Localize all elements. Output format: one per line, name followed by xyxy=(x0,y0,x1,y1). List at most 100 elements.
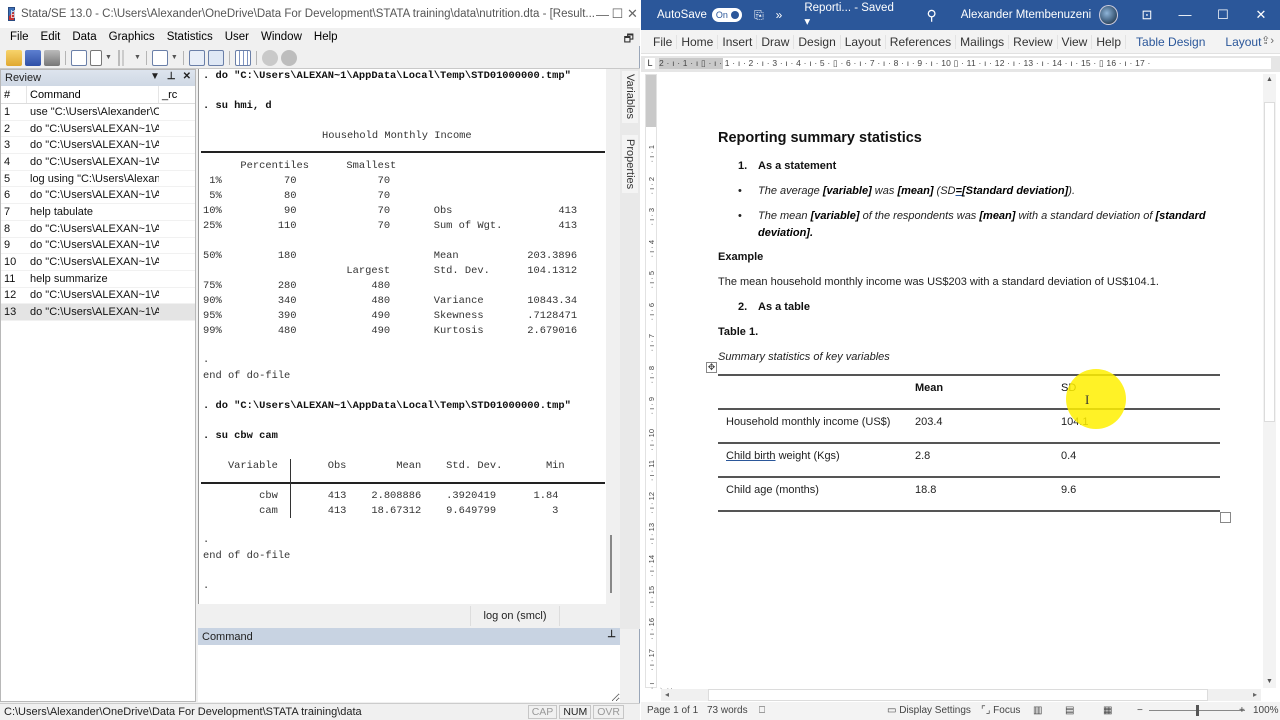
column-rc[interactable]: _rc xyxy=(159,89,177,101)
review-list-item[interactable]: 7 help tabulate xyxy=(1,204,195,221)
more-commands-icon[interactable]: » xyxy=(776,8,783,22)
table-cell-variable[interactable]: Household monthly income (US$) xyxy=(726,416,890,428)
menu-user[interactable]: User xyxy=(219,31,255,43)
table-cell-mean[interactable]: 2.8 xyxy=(915,450,930,462)
stata-minimize-button[interactable]: — xyxy=(595,0,610,28)
stata-close-button[interactable]: ✕ xyxy=(625,0,640,28)
review-list-item[interactable]: 1 use "C:\Users\Alexander\O... xyxy=(1,104,195,121)
focus-mode[interactable]: ⌜⌟ Focus xyxy=(981,705,1020,716)
tab-file[interactable]: File xyxy=(649,34,678,49)
page-count[interactable]: Page 1 of 1 xyxy=(647,705,698,716)
table-cell-variable[interactable]: Child birth weight (Kgs) xyxy=(726,450,840,462)
document-title[interactable]: Reporti... - Saved ▾ xyxy=(804,2,896,28)
table-move-handle[interactable]: ✥ xyxy=(706,362,717,373)
tab-review[interactable]: Review xyxy=(1009,34,1058,49)
read-mode-icon[interactable]: ▥ xyxy=(1033,705,1042,716)
autosave-toggle[interactable]: On xyxy=(711,8,743,22)
search-icon[interactable]: ⚲ xyxy=(926,7,936,24)
table-cell-mean[interactable]: 18.8 xyxy=(915,484,936,496)
word-close-button[interactable]: ✕ xyxy=(1242,7,1280,23)
share-icon[interactable]: ⇪› xyxy=(1261,34,1274,47)
more-icon[interactable] xyxy=(261,49,278,66)
document-page[interactable]: Reporting summary statistics 1. As a stat… xyxy=(661,74,1261,688)
display-settings[interactable]: ▭ Display Settings xyxy=(887,705,971,716)
review-list-item[interactable]: 11 help summarize xyxy=(1,271,195,288)
tab-variables[interactable]: Variables xyxy=(622,71,638,123)
break-icon[interactable] xyxy=(280,49,297,66)
variables-manager-icon[interactable] xyxy=(234,49,251,66)
menu-help[interactable]: Help xyxy=(308,31,344,43)
review-list-item[interactable]: 9 do "C:\Users\ALEXAN~1\A... xyxy=(1,238,195,255)
print-icon[interactable] xyxy=(44,49,60,66)
tab-properties[interactable]: Properties xyxy=(622,135,638,193)
stata-maximize-button[interactable]: ☐ xyxy=(610,0,625,28)
do-file-editor-icon[interactable] xyxy=(151,49,168,66)
table-cell-variable[interactable]: Child age (months) xyxy=(726,484,819,496)
word-maximize-button[interactable]: ☐ xyxy=(1204,7,1242,23)
print-layout-icon[interactable]: ▤ xyxy=(1065,705,1074,716)
web-layout-icon[interactable]: ▦ xyxy=(1103,705,1112,716)
menu-statistics[interactable]: Statistics xyxy=(161,31,219,43)
menu-file[interactable]: File xyxy=(4,31,35,43)
pin-icon[interactable]: ⊥ xyxy=(607,629,616,640)
menu-data[interactable]: Data xyxy=(66,31,102,43)
proofing-icon[interactable]: ⎕ xyxy=(759,705,765,716)
viewer-dropdown-icon[interactable]: ▼ xyxy=(105,54,112,61)
tab-stop-selector[interactable]: L xyxy=(645,58,655,69)
log-status[interactable]: log on (smcl) xyxy=(470,606,560,626)
tab-design[interactable]: Design xyxy=(794,34,841,49)
review-list-item[interactable]: 13 do "C:\Users\ALEXAN~1\A... xyxy=(1,304,195,321)
ribbon-display-options-icon[interactable]: ⊡ xyxy=(1128,7,1166,23)
save-icon[interactable]: ⎘ xyxy=(754,8,764,23)
table-cell-sd[interactable]: 0.4 xyxy=(1061,450,1076,462)
zoom-level[interactable]: 100% xyxy=(1253,705,1279,716)
menu-edit[interactable]: Edit xyxy=(35,31,67,43)
review-list-item[interactable]: 5 log using "C:\Users\Alexan... xyxy=(1,171,195,188)
horizontal-scrollbar[interactable]: ◂ ▸ xyxy=(661,689,1261,701)
scrollbar-thumb[interactable] xyxy=(1264,102,1275,422)
command-input[interactable] xyxy=(198,645,620,702)
tab-view[interactable]: View xyxy=(1058,34,1093,49)
word-count[interactable]: 73 words xyxy=(707,705,748,716)
review-list-item[interactable]: 2 do "C:\Users\ALEXAN~1\A... xyxy=(1,121,195,138)
review-list-item[interactable]: 8 do "C:\Users\ALEXAN~1\A... xyxy=(1,221,195,238)
scroll-up-icon[interactable]: ▲ xyxy=(1263,74,1276,86)
zoom-out-button[interactable]: − xyxy=(1137,705,1143,716)
tab-mailings[interactable]: Mailings xyxy=(956,34,1010,49)
table-resize-handle[interactable] xyxy=(1220,512,1231,523)
data-editor-icon[interactable] xyxy=(188,49,205,66)
filter-icon[interactable]: ▼ xyxy=(150,71,160,82)
pin-icon[interactable]: ⊥ xyxy=(167,71,176,82)
avatar[interactable] xyxy=(1099,5,1118,25)
vertical-scrollbar[interactable]: ▲ ▼ xyxy=(1263,74,1276,688)
review-list-item[interactable]: 12 do "C:\Users\ALEXAN~1\A... xyxy=(1,288,195,305)
tab-table-design[interactable]: Table Design xyxy=(1126,35,1215,49)
menu-graphics[interactable]: Graphics xyxy=(103,31,161,43)
close-icon[interactable]: ✕ xyxy=(183,71,191,82)
data-browser-icon[interactable] xyxy=(207,49,224,66)
tab-draw[interactable]: Draw xyxy=(757,34,795,49)
review-list-item[interactable]: 10 do "C:\Users\ALEXAN~1\A... xyxy=(1,254,195,271)
column-number[interactable]: # xyxy=(1,86,27,103)
scroll-left-icon[interactable]: ◂ xyxy=(661,689,673,701)
menu-window[interactable]: Window xyxy=(255,31,308,43)
zoom-in-button[interactable]: + xyxy=(1239,705,1245,716)
table-header-mean[interactable]: Mean xyxy=(915,382,943,394)
tab-layout[interactable]: Layout xyxy=(841,34,886,49)
tab-references[interactable]: References xyxy=(886,34,957,49)
user-name[interactable]: Alexander Mtembenuzeni xyxy=(961,9,1091,21)
review-list-item[interactable]: 6 do "C:\Users\ALEXAN~1\A... xyxy=(1,187,195,205)
graph-icon[interactable] xyxy=(114,49,131,66)
log-icon[interactable] xyxy=(71,49,87,66)
zoom-slider-thumb[interactable] xyxy=(1196,705,1199,716)
open-icon[interactable] xyxy=(6,49,22,66)
column-command[interactable]: Command xyxy=(27,86,159,103)
viewer-icon[interactable] xyxy=(90,49,102,66)
review-list-item[interactable]: 4 do "C:\Users\ALEXAN~1\A... xyxy=(1,154,195,171)
table-cell-mean[interactable]: 203.4 xyxy=(915,416,943,428)
table-cell-sd[interactable]: 9.6 xyxy=(1061,484,1076,496)
word-minimize-button[interactable]: — xyxy=(1166,7,1204,23)
review-list-item[interactable]: 3 do "C:\Users\ALEXAN~1\A... xyxy=(1,137,195,155)
tab-insert[interactable]: Insert xyxy=(718,34,758,49)
vertical-ruler[interactable]: · ı · 1 · ı · 2 · ı · 3 · ı · 4 · ı · 5 · ı ·… xyxy=(645,74,674,689)
